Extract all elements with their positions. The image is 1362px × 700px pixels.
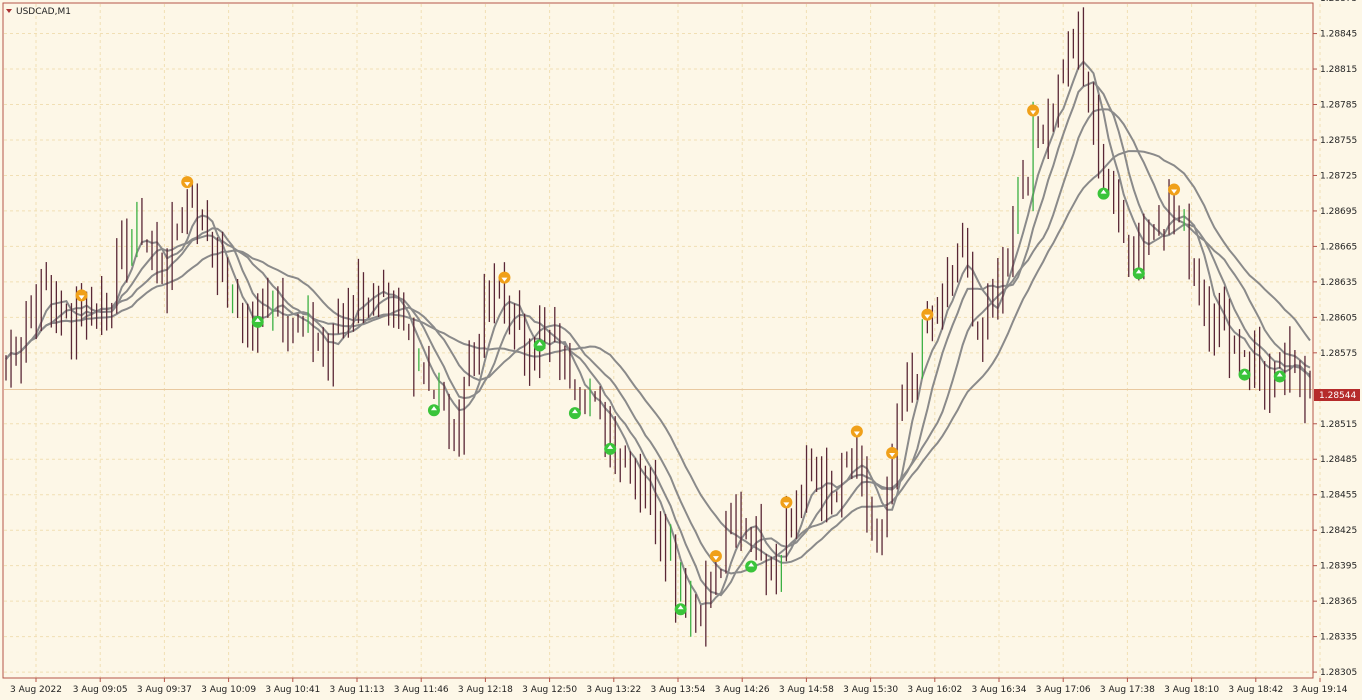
x-tick-label: 3 Aug 17:38 [1100, 685, 1155, 695]
x-tick-label: 3 Aug 10:41 [265, 685, 320, 695]
y-tick-label: 1.28515 [1320, 420, 1357, 430]
x-tick-label: 3 Aug 12:50 [522, 685, 577, 695]
y-tick-label: 1.28875 [1320, 0, 1357, 4]
price-chart[interactable]: 1.28875 1.28845 1.28815 1.28785 1.28755 1.287… [0, 0, 1362, 700]
y-tick-label: 1.28725 [1320, 171, 1357, 181]
x-tick-label: 3 Aug 17:06 [1036, 685, 1091, 695]
y-tick-label: 1.28335 [1320, 633, 1357, 643]
x-tick-label: 3 Aug 15:30 [843, 685, 898, 695]
symbol-header[interactable]: USDCAD,M1 [6, 7, 71, 17]
y-tick-label: 1.28455 [1320, 491, 1357, 501]
y-tick-label: 1.28575 [1320, 349, 1357, 359]
chart-window: 1.28875 1.28845 1.28815 1.28785 1.28755 1.287… [0, 0, 1362, 700]
y-tick-label: 1.28785 [1320, 101, 1357, 111]
y-tick-label: 1.28635 [1320, 278, 1357, 288]
y-tick-label: 1.28485 [1320, 455, 1357, 465]
x-tick-label: 3 Aug 18:10 [1164, 685, 1219, 695]
y-tick-label: 1.28305 [1320, 668, 1357, 678]
y-tick-label: 1.28395 [1320, 562, 1357, 572]
y-tick-label: 1.28845 [1320, 30, 1357, 40]
x-tick-label: 3 Aug 11:46 [394, 685, 449, 695]
x-tick-label: 3 Aug 18:42 [1228, 685, 1283, 695]
x-tick-label: 3 Aug 11:13 [330, 685, 385, 695]
y-tick-label: 1.28815 [1320, 65, 1357, 75]
x-tick-label: 3 Aug 16:34 [972, 685, 1027, 695]
x-tick-label: 3 Aug 14:26 [715, 685, 770, 695]
x-tick-label: 3 Aug 10:09 [201, 685, 256, 695]
x-tick-label: 3 Aug 12:18 [458, 685, 513, 695]
x-tick-label: 3 Aug 16:02 [907, 685, 962, 695]
current-price-tag: 1.28544 [1314, 389, 1360, 401]
x-tick-label: 3 Aug 09:05 [73, 685, 128, 695]
y-tick-label: 1.28365 [1320, 597, 1357, 607]
y-tick-label: 1.28755 [1320, 136, 1357, 146]
y-tick-label: 1.28665 [1320, 242, 1357, 252]
x-tick-label: 3 Aug 14:58 [779, 685, 834, 695]
x-tick-label: 3 Aug 2022 [10, 685, 62, 695]
current-price-label: 1.28544 [1319, 391, 1356, 401]
symbol-title: USDCAD,M1 [16, 7, 71, 17]
x-tick-label: 3 Aug 09:37 [137, 685, 192, 695]
y-tick-label: 1.28605 [1320, 313, 1357, 323]
x-tick-label: 3 Aug 13:22 [586, 685, 641, 695]
x-tick-label: 3 Aug 13:54 [651, 685, 706, 695]
y-tick-label: 1.28695 [1320, 207, 1357, 217]
y-tick-label: 1.28425 [1320, 526, 1357, 536]
x-tick-label: 3 Aug 19:14 [1293, 685, 1348, 695]
